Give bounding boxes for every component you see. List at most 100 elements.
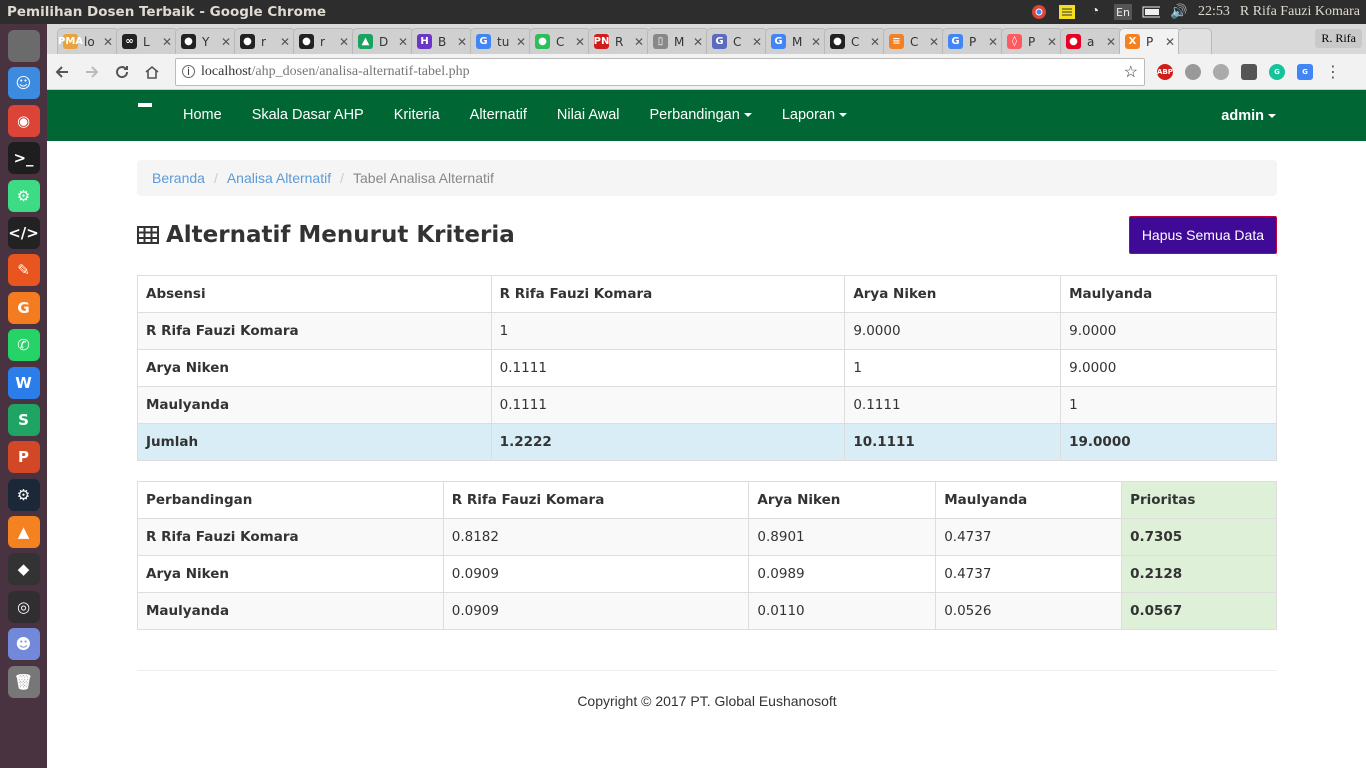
browser-tab[interactable]: ◊ P ✕ — [1001, 28, 1063, 54]
wifi-icon[interactable]: ◔ — [1086, 4, 1104, 20]
obs-icon[interactable]: ◎ — [7, 590, 40, 623]
address-bar[interactable]: i localhost/ahp_dosen/analisa-alternatif… — [175, 57, 1145, 86]
browser-tab[interactable]: ▯ M ✕ — [647, 28, 709, 54]
reload-button[interactable] — [107, 57, 137, 87]
trash-icon[interactable]: 🗑 — [7, 665, 40, 698]
chat-icon[interactable] — [1241, 63, 1257, 80]
tab-close-icon[interactable]: ✕ — [398, 35, 408, 49]
discord-icon[interactable]: ☻ — [7, 628, 40, 661]
battery-icon[interactable] — [1142, 4, 1160, 20]
nav-laporan-dropdown[interactable]: Laporan — [767, 90, 862, 141]
grammarly-icon[interactable]: G — [1269, 63, 1285, 80]
admin-user-dropdown[interactable]: admin — [1221, 108, 1276, 124]
nav-home[interactable]: Home — [168, 90, 237, 141]
user-menu[interactable]: R Rifa Fauzi Komara — [1240, 4, 1360, 20]
tab-close-icon[interactable]: ✕ — [811, 35, 821, 49]
tab-close-icon[interactable]: ✕ — [1047, 35, 1057, 49]
tab-close-icon[interactable]: ✕ — [870, 35, 880, 49]
chrome-icon[interactable]: ◉ — [7, 104, 40, 137]
tab-close-icon[interactable]: ✕ — [752, 35, 762, 49]
clock[interactable]: 22:53 — [1198, 4, 1230, 20]
tab-close-icon[interactable]: ✕ — [1165, 35, 1175, 49]
browser-tab[interactable]: X P ✕ — [1119, 28, 1181, 54]
navbar-brand[interactable] — [138, 102, 152, 107]
table-row: Maulyanda 0.1111 0.1111 1 — [137, 386, 1277, 424]
translate-icon[interactable]: G — [1297, 63, 1313, 80]
priority-cell: 0.7305 — [1121, 518, 1277, 556]
breadcrumb-current: Tabel Analisa Alternatif — [353, 170, 494, 186]
browser-tab[interactable]: ● r ✕ — [293, 28, 355, 54]
breadcrumb-analisa-alternatif[interactable]: Analisa Alternatif — [227, 170, 331, 186]
bookmark-star-icon[interactable]: ☆ — [1124, 62, 1138, 82]
hapus-semua-data-button[interactable]: Hapus Semua Data — [1128, 216, 1277, 254]
tab-close-icon[interactable]: ✕ — [693, 35, 703, 49]
browser-tab[interactable]: G M ✕ — [765, 28, 827, 54]
tab-close-icon[interactable]: ✕ — [1106, 35, 1116, 49]
browser-tab[interactable]: ≡ C ✕ — [883, 28, 945, 54]
tab-close-icon[interactable]: ✕ — [634, 35, 644, 49]
whatsapp-icon[interactable]: ✆ — [7, 329, 40, 362]
vlc-icon[interactable]: ▲ — [7, 516, 40, 549]
tab-close-icon[interactable]: ✕ — [929, 35, 939, 49]
finder-icon[interactable]: ☺ — [7, 67, 40, 100]
terminal-icon[interactable]: >_ — [7, 142, 40, 175]
browser-tab[interactable]: ▲ D ✕ — [352, 28, 414, 54]
browser-tab[interactable]: ● C ✕ — [824, 28, 886, 54]
android-icon[interactable]: ⚙ — [7, 179, 40, 212]
browser-tab[interactable]: ● Y ✕ — [175, 28, 237, 54]
notes-tray-icon[interactable] — [1058, 4, 1076, 20]
browser-tab[interactable]: ∞ L ✕ — [116, 28, 178, 54]
apple-icon[interactable] — [7, 30, 40, 62]
volume-icon[interactable]: 🔊 — [1170, 4, 1188, 20]
forward-button[interactable] — [77, 57, 107, 87]
profile-button[interactable]: R. Rifa — [1315, 29, 1362, 48]
keyboard-layout-indicator[interactable]: En — [1113, 4, 1132, 20]
tab-close-icon[interactable]: ✕ — [575, 35, 585, 49]
nav-skala-dasar-ahp[interactable]: Skala Dasar AHP — [237, 90, 379, 141]
chrome-menu-icon[interactable]: ⋮ — [1325, 62, 1341, 81]
adblock-icon[interactable]: ABP — [1157, 63, 1173, 80]
tab-close-icon[interactable]: ✕ — [162, 35, 172, 49]
browser-tab[interactable]: ● a ✕ — [1060, 28, 1122, 54]
pen-icon[interactable]: ✎ — [7, 254, 40, 287]
browser-tab[interactable]: ● r ✕ — [234, 28, 296, 54]
browser-tab[interactable]: ● C ✕ — [529, 28, 591, 54]
nav-kriteria[interactable]: Kriteria — [379, 90, 455, 141]
browser-tab[interactable]: Gtu ✕ — [470, 28, 532, 54]
globe-icon[interactable] — [1213, 63, 1229, 80]
browser-tab[interactable]: G C ✕ — [706, 28, 768, 54]
browser-tab[interactable]: PMA lo ✕ — [57, 28, 119, 54]
browser-tab[interactable]: PN R ✕ — [588, 28, 650, 54]
nav-alternatif[interactable]: Alternatif — [455, 90, 542, 141]
tab-close-icon[interactable]: ✕ — [339, 35, 349, 49]
spreadsheet-icon[interactable]: S — [7, 403, 40, 436]
tab-close-icon[interactable]: ✕ — [103, 35, 113, 49]
tab-close-icon[interactable]: ✕ — [221, 35, 231, 49]
pdf-icon[interactable]: G — [7, 291, 40, 324]
back-button[interactable] — [47, 57, 77, 87]
browser-tab[interactable]: G P ✕ — [942, 28, 1004, 54]
tab-close-icon[interactable]: ✕ — [988, 35, 998, 49]
page-heading: Alternatif Menurut Kriteria Hapus Semua … — [137, 216, 1277, 254]
page-title: Alternatif Menurut Kriteria — [137, 222, 515, 248]
tab-close-icon[interactable]: ✕ — [516, 35, 526, 49]
url-text[interactable]: localhost/ahp_dosen/analisa-alternatif-t… — [201, 64, 1118, 80]
breadcrumb-beranda[interactable]: Beranda — [152, 170, 205, 186]
nav-nilai-awal[interactable]: Nilai Awal — [542, 90, 635, 141]
chrome-tray-icon[interactable] — [1030, 4, 1048, 20]
pairwise-matrix-section: Absensi R Rifa Fauzi Komara Arya Niken M… — [137, 275, 1277, 461]
presentation-icon[interactable]: P — [7, 441, 40, 474]
row-label: R Rifa Fauzi Komara — [137, 312, 492, 350]
extension-gray-icon[interactable] — [1185, 63, 1201, 80]
browser-tab[interactable]: H B ✕ — [411, 28, 473, 54]
info-icon[interactable]: i — [182, 65, 195, 78]
inkscape-icon[interactable]: ◆ — [7, 553, 40, 586]
code-editor-icon[interactable]: </> — [7, 216, 40, 249]
nav-perbandingan-dropdown[interactable]: Perbandingan — [635, 90, 767, 141]
new-tab-button[interactable] — [1178, 28, 1212, 54]
steam-icon[interactable]: ⚙ — [7, 478, 40, 511]
home-button[interactable] — [137, 57, 167, 87]
tab-close-icon[interactable]: ✕ — [457, 35, 467, 49]
writer-icon[interactable]: W — [7, 366, 40, 399]
tab-close-icon[interactable]: ✕ — [280, 35, 290, 49]
